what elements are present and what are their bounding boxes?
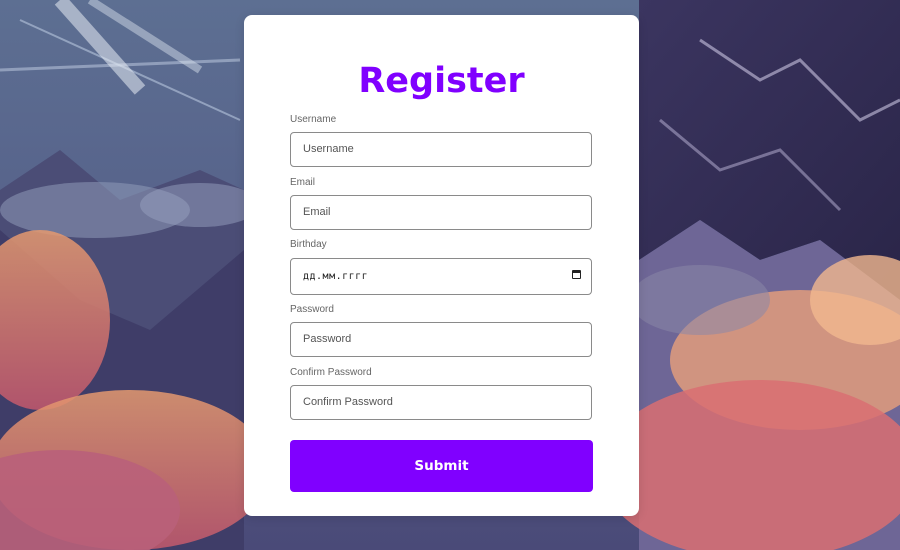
calendar-icon[interactable] <box>572 270 581 279</box>
submit-button[interactable]: Submit <box>290 440 593 492</box>
birthday-date-format: дд.мм.гггг <box>303 271 369 282</box>
form-title: Register <box>358 61 525 101</box>
register-card: Register Username Username Email Email B… <box>244 15 639 516</box>
password-input[interactable]: Password <box>290 322 592 357</box>
email-input[interactable]: Email <box>290 195 592 230</box>
birthday-label: Birthday <box>290 239 327 250</box>
confirm-password-input[interactable]: Confirm Password <box>290 385 592 420</box>
password-label: Password <box>290 304 334 315</box>
username-input[interactable]: Username <box>290 132 592 167</box>
username-label: Username <box>290 114 337 125</box>
email-label: Email <box>290 177 316 188</box>
confirm-password-label: Confirm Password <box>290 367 372 378</box>
birthday-input[interactable]: дд.мм.гггг <box>290 258 592 295</box>
